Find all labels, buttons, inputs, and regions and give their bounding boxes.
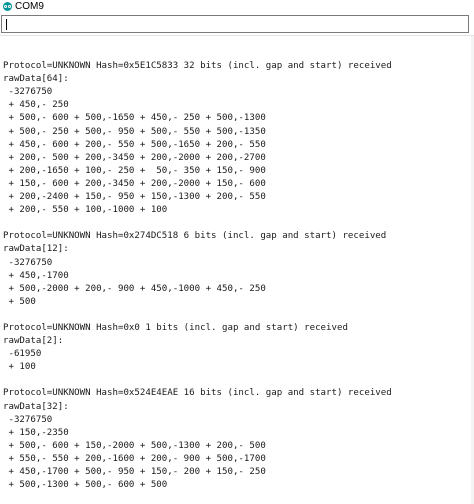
output-line: + 500,- 600 + 150,-2000 + 500,-1300 + 20… [3, 440, 266, 451]
output-line: + 550,- 550 + 200,-1600 + 200,- 900 + 50… [3, 453, 266, 464]
text-caret [6, 19, 7, 30]
output-line: -3276750 [3, 87, 53, 98]
output-line: + 450,-1700 [3, 270, 69, 281]
output-line: rawData[12]: [3, 244, 69, 255]
output-line: + 450,- 600 + 200,- 550 + 500,-1650 + 20… [3, 139, 266, 150]
output-line: Protocol=UNKNOWN Hash=0x524E4EAE 16 bits… [3, 388, 392, 399]
output-line: + 450,-1700 + 500,- 950 + 150,- 200 + 15… [3, 467, 266, 477]
divider [0, 35, 474, 36]
output-line: + 500,-1300 + 500,- 600 + 500 [3, 480, 168, 491]
output-line: -3276750 [3, 414, 53, 425]
output-line: + 200,- 550 + 100,-1000 + 100 [3, 205, 168, 216]
output-line: + 100 [3, 362, 36, 373]
output-line: -61950 [3, 349, 42, 360]
arduino-logo-icon [3, 2, 12, 11]
output-line: + 200,- 500 + 200,-3450 + 200,-2000 + 20… [3, 152, 266, 163]
serial-output-area[interactable]: Protocol=UNKNOWN Hash=0x5E1C5833 32 bits… [3, 47, 469, 499]
output-line: rawData[2]: [3, 336, 64, 347]
output-line: + 500,- 600 + 500,-1650 + 450,- 250 + 50… [3, 113, 266, 124]
output-line: + 500 [3, 296, 36, 307]
output-line: -3276750 [3, 257, 53, 268]
output-line: + 500,-2000 + 200,- 900 + 450,-1000 + 45… [3, 283, 266, 294]
output-line: Protocol=UNKNOWN Hash=0x274DC518 6 bits … [3, 231, 387, 242]
output-line: + 200,-2400 + 150,- 950 + 150,-1300 + 20… [3, 192, 266, 203]
output-line: + 200,-1650 + 100,- 250 + 50,- 350 + 150… [3, 165, 266, 176]
output-line: Protocol=UNKNOWN Hash=0x0 1 bits (incl. … [3, 322, 348, 333]
output-line: rawData[32]: [3, 401, 69, 412]
window-title: COM9 [15, 1, 44, 12]
output-line: rawData[64]: [3, 74, 69, 85]
output-line: + 150,-2350 [3, 427, 69, 438]
output-line: + 450,- 250 [3, 100, 69, 111]
serial-send-input[interactable] [1, 15, 469, 33]
title-bar: COM9 [0, 0, 474, 14]
output-line: + 500,- 250 + 500,- 950 + 500,- 550 + 50… [3, 126, 266, 137]
output-line: Protocol=UNKNOWN Hash=0x5E1C5833 32 bits… [3, 61, 392, 72]
serial-monitor-window: COM9 Protocol=UNKNOWN Hash=0x5E1C5833 32… [0, 0, 474, 504]
output-line: + 150,- 600 + 200,-3450 + 200,-2000 + 15… [3, 178, 266, 189]
